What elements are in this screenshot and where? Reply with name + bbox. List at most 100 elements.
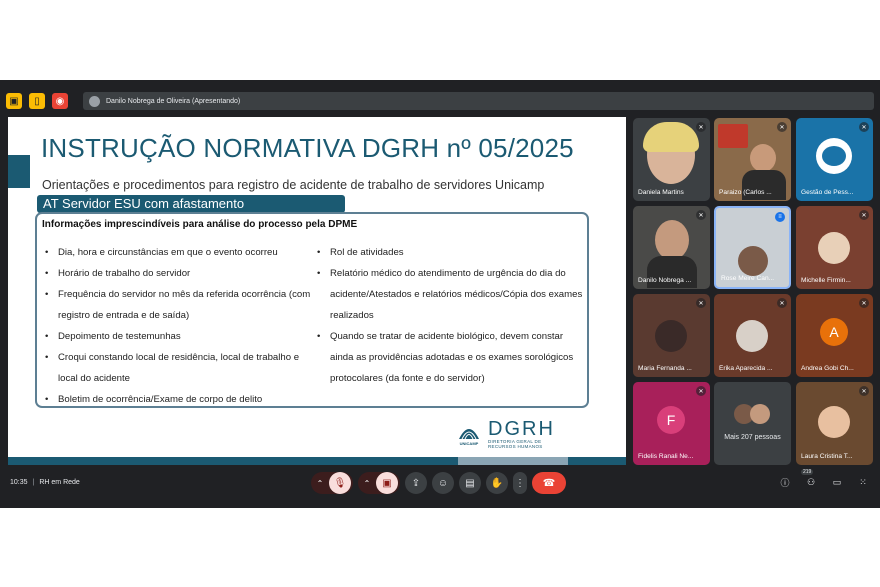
- unicamp-logo: UNICAMP: [456, 419, 482, 449]
- chevron-up-icon[interactable]: ⌃: [313, 479, 327, 488]
- more-options-button[interactable]: ⋮: [513, 472, 527, 494]
- present-button[interactable]: ⇪: [405, 472, 427, 494]
- camera-off-button[interactable]: ▣: [376, 472, 398, 494]
- dgrh-logo: UNICAMP DGRH DIRETORIA GERAL DE RECURSOS…: [456, 415, 566, 453]
- mic-off-icon: ✕: [696, 386, 706, 396]
- participant-name: Maria Fernanda ...: [638, 365, 692, 372]
- speaking-icon: ≡: [775, 212, 785, 222]
- list-item: Frequência do servidor no mês da referid…: [45, 284, 315, 326]
- dgrh-label: DGRH: [488, 418, 555, 440]
- slide-subtitle: Orientações e procedimentos para registr…: [42, 178, 545, 192]
- avatar: [818, 406, 850, 438]
- mic-off-icon: ✕: [777, 298, 787, 308]
- phone-icon[interactable]: ▯: [29, 93, 45, 109]
- avatar: [818, 232, 850, 264]
- unicamp-label: UNICAMP: [459, 441, 479, 446]
- avatar: [750, 404, 770, 424]
- more-participants-tile[interactable]: Mais 207 pessoas: [714, 382, 791, 465]
- chevron-up-icon[interactable]: ⌃: [360, 479, 374, 488]
- list-item: Boletim de ocorrência/Exame de corpo de …: [45, 389, 315, 410]
- list-item: Horário de trabalho do servidor: [45, 263, 315, 284]
- raise-hand-button[interactable]: ✋: [486, 472, 508, 494]
- unicamp-emblem-icon: [459, 429, 479, 440]
- list-item: Croqui constando local de residência, lo…: [45, 347, 315, 389]
- participant-tile[interactable]: F ✕ Fidelis Ranali Ne...: [633, 382, 710, 465]
- people-icon[interactable]: 219 ⚇: [801, 469, 818, 488]
- emoji-button[interactable]: ☺: [432, 472, 454, 494]
- more-participants-label: Mais 207 pessoas: [724, 434, 781, 441]
- avatar: F: [657, 406, 685, 434]
- bottom-bar: 10:35 | RH em Rede ⌃ 🎙 ⌃ ▣ ⇪ ☺ ▤ ✋ ⋮ ☎ ⓘ…: [0, 468, 880, 498]
- dgrh-line2: RECURSOS HUMANOS: [488, 444, 543, 449]
- participant-name: Paraizo (Carlos ...: [719, 189, 772, 196]
- participant-name: Gestão de Pess...: [801, 189, 854, 196]
- participant-name: Érika Aparecida ...: [719, 365, 773, 372]
- video-feed: [718, 124, 748, 148]
- participant-name: Rose Meire Can...: [721, 275, 775, 282]
- presenter-label: Danilo Nobrega de Oliveira (Apresentando…: [106, 97, 241, 105]
- list-item: Relatório médico do atendimento de urgên…: [317, 263, 587, 326]
- slide-title: INSTRUÇÃO NORMATIVA DGRH nº 05/2025: [41, 133, 574, 163]
- participant-tile[interactable]: ✕ Érika Aparecida ...: [714, 294, 791, 377]
- call-controls: ⌃ 🎙 ⌃ ▣ ⇪ ☺ ▤ ✋ ⋮ ☎: [311, 472, 566, 494]
- people-count-badge: 219: [801, 469, 814, 475]
- slide-accent-bar: [8, 155, 30, 188]
- participant-tile[interactable]: ✕ Michelle Firmin...: [796, 206, 873, 289]
- record-icon[interactable]: ◉: [52, 93, 68, 109]
- participant-tile[interactable]: ✕ Danilo Nobrega ...: [633, 206, 710, 289]
- slide-tag: AT Servidor ESU com afastamento: [37, 195, 345, 213]
- list-item: Dia, hora e circunstâncias em que o even…: [45, 242, 315, 263]
- participant-name: Danilo Nobrega ...: [638, 277, 692, 284]
- avatar: [89, 95, 100, 107]
- presentation-slide: INSTRUÇÃO NORMATIVA DGRH nº 05/2025 Orie…: [8, 117, 626, 465]
- top-bar: ▣ ▯ ◉ Danilo Nobrega de Oliveira (Aprese…: [6, 92, 874, 110]
- mic-off-icon: ✕: [696, 122, 706, 132]
- mic-off-icon: ✕: [777, 122, 787, 132]
- meeting-info: 10:35 | RH em Rede: [10, 479, 80, 486]
- info-list-right: Rol de atividades Relatório médico do at…: [317, 242, 587, 389]
- video-feed: [738, 246, 768, 276]
- video-feed: [655, 220, 689, 260]
- video-feed: [643, 122, 699, 152]
- participant-name: Fidelis Ranali Ne...: [638, 453, 694, 460]
- participant-tile[interactable]: ≡ Rose Meire Can...: [714, 206, 791, 289]
- list-item: Depoimento de testemunhas: [45, 326, 315, 347]
- info-box: Informações imprescindíveis para análise…: [35, 212, 589, 410]
- participant-tile[interactable]: ✕ Daniela Martins: [633, 118, 710, 201]
- participant-name: Daniela Martins: [638, 189, 684, 196]
- chat-icon[interactable]: ▭: [830, 477, 844, 488]
- participant-tile[interactable]: ✕ Paraizo (Carlos ...: [714, 118, 791, 201]
- mic-off-icon: ✕: [696, 210, 706, 220]
- camera-control: ⌃ ▣: [358, 472, 400, 494]
- clock-time: 10:35: [10, 479, 28, 486]
- mic-off-icon: ✕: [859, 298, 869, 308]
- presenter-banner: Danilo Nobrega de Oliveira (Apresentando…: [83, 92, 874, 110]
- info-box-heading: Informações imprescindíveis para análise…: [42, 219, 358, 230]
- participant-name: Andrea Gobi Ch...: [801, 365, 854, 372]
- mic-off-button[interactable]: 🎙: [329, 472, 351, 494]
- participant-tile[interactable]: ✕ Maria Fernanda ...: [633, 294, 710, 377]
- mic-off-icon: ✕: [859, 122, 869, 132]
- list-item: Rol de atividades: [317, 242, 587, 263]
- avatar: A: [820, 318, 848, 346]
- side-panel-buttons: ⓘ 219 ⚇ ▭ ⁙: [778, 469, 870, 489]
- participant-tile[interactable]: ✕ Laura Cristina T...: [796, 382, 873, 465]
- participant-tile[interactable]: ✕ Gestão de Pess...: [796, 118, 873, 201]
- leave-call-button[interactable]: ☎: [532, 472, 566, 494]
- list-item: Quando se tratar de acidente biológico, …: [317, 326, 587, 389]
- separator: |: [32, 479, 35, 486]
- avatar: [655, 320, 687, 352]
- participant-tile[interactable]: A ✕ Andrea Gobi Ch...: [796, 294, 873, 377]
- no-camera-icon[interactable]: ▣: [6, 93, 22, 109]
- info-icon[interactable]: ⓘ: [778, 476, 792, 489]
- captions-button[interactable]: ▤: [459, 472, 481, 494]
- participant-name: Laura Cristina T...: [801, 453, 853, 460]
- participant-name: Michelle Firmin...: [801, 277, 851, 284]
- mic-off-icon: ✕: [859, 210, 869, 220]
- mic-control: ⌃ 🎙: [311, 472, 353, 494]
- info-list-left: Dia, hora e circunstâncias em que o even…: [45, 242, 315, 410]
- activities-icon[interactable]: ⁙: [856, 477, 870, 488]
- video-feed: [750, 144, 776, 172]
- mic-off-icon: ✕: [696, 298, 706, 308]
- slide-footer-highlight: [458, 457, 568, 465]
